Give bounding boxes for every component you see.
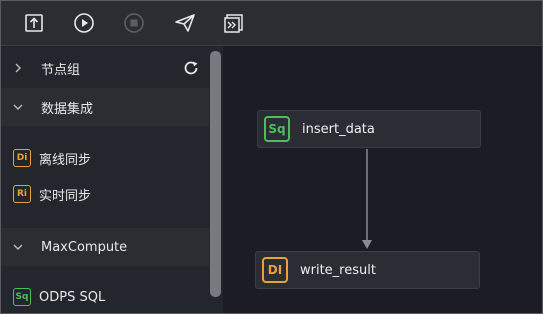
- sq-icon: Sq: [264, 116, 290, 142]
- group-row-data-integration[interactable]: 数据集成: [1, 88, 209, 126]
- format-button[interactable]: [221, 10, 247, 36]
- di-icon: Di: [13, 149, 31, 167]
- run-button[interactable]: [71, 10, 97, 36]
- group-row-maxcompute[interactable]: MaxCompute: [1, 228, 209, 266]
- node-label: write_result: [300, 262, 376, 278]
- sq-icon: Sq: [13, 288, 31, 306]
- refresh-icon[interactable]: [183, 60, 199, 76]
- send-icon: [175, 14, 195, 32]
- node-insert-data[interactable]: Sq insert_data: [257, 110, 481, 148]
- group-label: 节点组: [41, 62, 81, 78]
- node-write-result[interactable]: DI write_result: [255, 251, 480, 289]
- chevron-right-icon: [11, 61, 25, 75]
- chevron-down-icon: [11, 240, 25, 254]
- ri-icon: Ri: [13, 185, 31, 203]
- node-label: insert_data: [302, 121, 375, 137]
- list-item-realtime-sync[interactable]: Ri 实时同步: [13, 183, 91, 205]
- play-icon: [74, 13, 94, 33]
- app-frame: 节点组 数据集成 Di 离线同步 Ri 实时同步 MaxCompute Sq O…: [0, 0, 543, 314]
- group-label: MaxCompute: [41, 239, 128, 255]
- list-item-offline-sync[interactable]: Di 离线同步: [13, 147, 91, 169]
- workflow-canvas[interactable]: Sq insert_data DI write_result: [223, 46, 542, 313]
- submit-button[interactable]: [172, 10, 198, 36]
- node-sidebar: 节点组 数据集成 Di 离线同步 Ri 实时同步 MaxCompute Sq O…: [1, 46, 223, 313]
- di-icon: DI: [262, 257, 288, 283]
- group-label: 数据集成: [41, 101, 94, 117]
- upload-button[interactable]: [21, 10, 47, 36]
- group-row-node-group[interactable]: 节点组: [1, 49, 209, 87]
- item-label: ODPS SQL: [39, 289, 106, 305]
- toolbar: [1, 1, 542, 46]
- list-item-odps-sql[interactable]: Sq ODPS SQL: [13, 286, 105, 308]
- sidebar-scrollbar[interactable]: [210, 51, 221, 297]
- stop-icon: [124, 13, 144, 33]
- item-label: 离线同步: [39, 152, 92, 168]
- format-icon: [224, 14, 243, 33]
- item-label: 实时同步: [39, 188, 92, 204]
- chevron-down-icon: [11, 100, 25, 114]
- stop-button[interactable]: [121, 10, 147, 36]
- upload-icon: [25, 14, 43, 32]
